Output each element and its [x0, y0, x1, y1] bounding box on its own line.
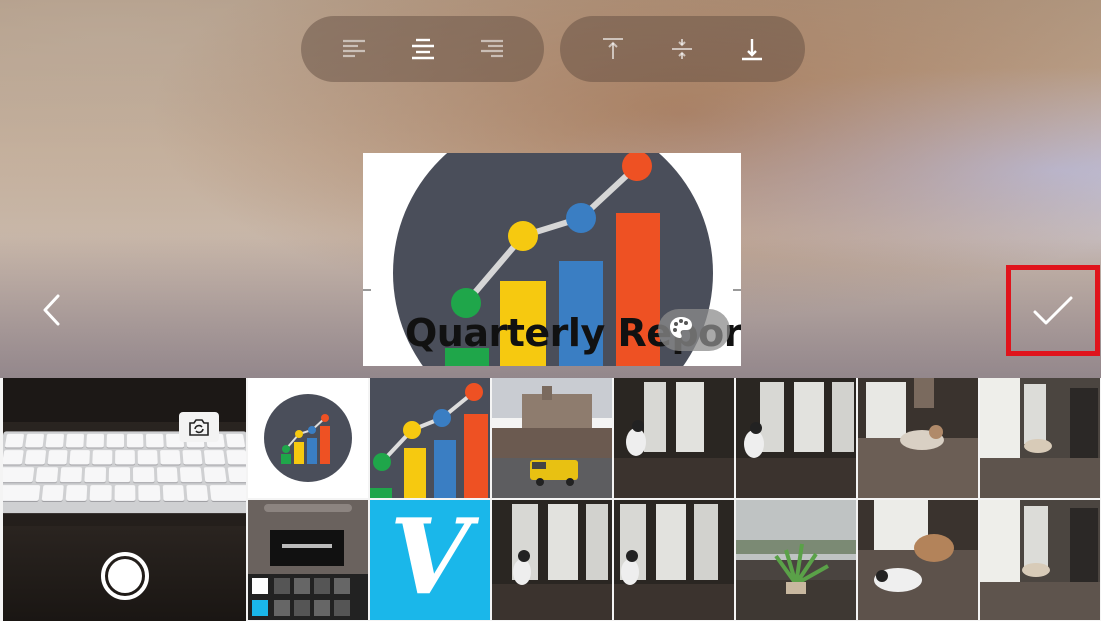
align-right-button[interactable]	[467, 24, 517, 74]
photo-thumb-dog-window-1[interactable]	[614, 378, 734, 498]
vimeo-logo: V	[389, 500, 471, 618]
image-preview[interactable]: Quarterly Repor	[363, 153, 741, 366]
align-bottom-button[interactable]	[727, 24, 777, 74]
photo-thumb-dog-couch-1[interactable]	[858, 378, 978, 498]
palette-toggle[interactable]	[658, 309, 730, 351]
align-middle-button[interactable]	[657, 24, 707, 74]
photo-thumb-dogs-couch-2[interactable]	[858, 500, 978, 620]
align-center-icon	[411, 38, 434, 60]
align-center-button[interactable]	[398, 24, 448, 74]
photo-thumb-report-icon[interactable]	[248, 378, 368, 498]
photo-thumb-dog-window-3[interactable]	[492, 500, 612, 620]
camera-flip-icon	[189, 419, 209, 436]
chevron-left-icon	[43, 294, 60, 326]
horizontal-align-group	[301, 16, 544, 82]
camera-flip-button[interactable]	[179, 412, 219, 442]
photo-thumb-dog-window-2[interactable]	[736, 378, 856, 498]
photo-thumb-vimeo[interactable]: V	[370, 500, 490, 620]
align-left-button[interactable]	[329, 24, 379, 74]
keyboard-image	[3, 431, 246, 514]
confirm-button[interactable]	[1006, 265, 1100, 356]
photo-thumb-dog-window-4[interactable]	[614, 500, 734, 620]
photo-thumb-bookshelf-room-1[interactable]	[980, 378, 1100, 498]
align-bottom-icon	[742, 39, 763, 61]
photo-thumb-plant-window[interactable]	[736, 500, 856, 620]
photo-thumb-screenshot[interactable]	[248, 500, 368, 620]
vertical-align-group	[560, 16, 805, 82]
photo-thumb-bookshelf-room-2[interactable]	[980, 500, 1100, 620]
photo-grid: V	[0, 378, 1101, 621]
align-right-icon	[480, 39, 503, 58]
editor-stage: Quarterly Repor	[0, 0, 1101, 378]
back-button[interactable]	[30, 288, 74, 332]
align-top-icon	[602, 38, 623, 59]
palette-icon	[668, 315, 698, 345]
align-left-icon	[342, 39, 365, 58]
align-middle-icon	[672, 39, 693, 59]
camera-live-view[interactable]	[3, 378, 246, 621]
align-top-button[interactable]	[588, 24, 638, 74]
shutter-button[interactable]	[101, 552, 149, 600]
shutter-icon	[108, 559, 142, 593]
checkmark-icon	[1033, 296, 1073, 324]
photo-thumb-report-crop[interactable]	[370, 378, 490, 498]
photo-thumb-street-van[interactable]	[492, 378, 612, 498]
